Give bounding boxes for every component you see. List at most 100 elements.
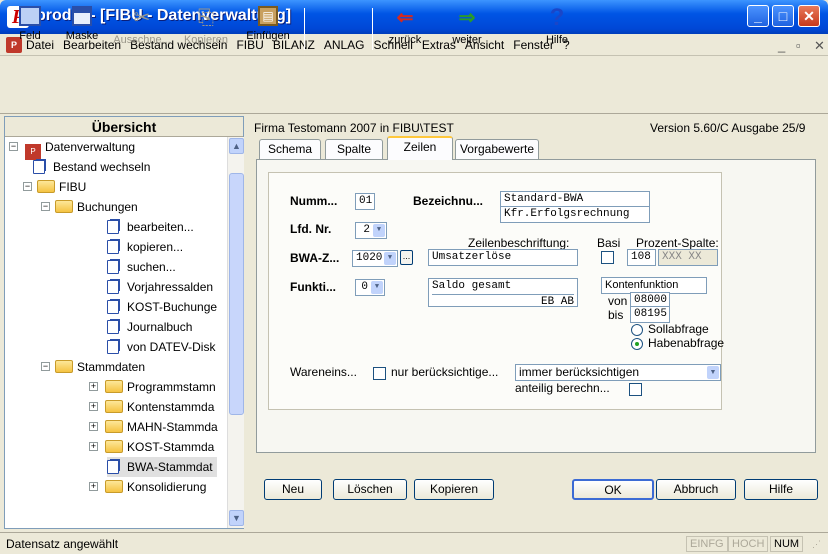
dropdown-arrow-icon[interactable]: ▼ [371, 281, 383, 294]
overview-panel: Übersicht − P Datenverwaltung Bestand wech… [4, 116, 244, 529]
tree-item-bwa-stammdaten[interactable]: BWA-Stammdat [107, 457, 217, 477]
bwa-zeile-select[interactable]: 1020 ▼ [352, 250, 398, 267]
tree-label: KOST-Stammda [127, 440, 215, 454]
maske-label: Maske [65, 30, 99, 42]
tree-item-stammdaten[interactable]: − Stammdaten [41, 357, 145, 377]
bis-field[interactable]: 08195 [630, 306, 670, 323]
funktion-value: 0 [361, 281, 368, 293]
tree-item-vorjahressalden[interactable]: Vorjahressalden [107, 277, 213, 297]
tree-item-datev[interactable]: von DATEV-Disk [107, 337, 215, 357]
menu-anlag[interactable]: ANLAG [324, 38, 365, 52]
hilfe-button[interactable]: ? Hilfe [532, 4, 582, 56]
tree-label: bearbeiten... [127, 220, 194, 234]
anteilig-checkbox[interactable] [629, 383, 642, 396]
lfd-nr-select[interactable]: 2 ▼ [355, 222, 387, 239]
prozent-spalte-field-1[interactable]: 108 [627, 249, 656, 266]
haben-radio[interactable] [631, 338, 643, 350]
tree-item-bearbeiten[interactable]: bearbeiten... [107, 217, 194, 237]
child-minimize-icon[interactable]: _ [778, 38, 785, 53]
dropdown-arrow-icon[interactable]: ▼ [373, 224, 385, 237]
collapse-icon[interactable]: − [9, 142, 18, 151]
lookup-button[interactable]: ... [400, 250, 413, 265]
tree-label: Buchungen [77, 200, 138, 214]
kopieren-button[interactable]: ⎘ Kopieren [176, 4, 236, 56]
nur-beruecksichtigen-label: nur berücksichtige... [391, 365, 499, 379]
tree-scrollbar[interactable]: ▲ ▼ [227, 137, 244, 528]
wareneinsatz-label: Wareneins... [290, 365, 357, 379]
funktion-label: Funkti... [290, 280, 336, 294]
saldo-field[interactable]: Saldo gesamt EB AB [428, 278, 578, 307]
expand-icon[interactable]: + [89, 442, 98, 451]
tree-label: KOST-Buchunge [127, 300, 218, 314]
resize-grip-icon[interactable]: ⋰ [812, 539, 821, 550]
tree-item-programmstamm[interactable]: + Programmstamn [89, 377, 216, 397]
bezeichnung-label: Bezeichnu... [413, 194, 484, 208]
maske-button[interactable]: Maske [58, 4, 106, 56]
scroll-up-icon[interactable]: ▲ [229, 138, 244, 154]
zurueck-button[interactable]: ⇐ zurück [380, 4, 430, 56]
dropdown-arrow-icon[interactable]: ▼ [384, 252, 396, 265]
maximize-button[interactable]: □ [772, 5, 794, 27]
kopieren-action-button[interactable]: Kopieren [414, 479, 494, 500]
basis-checkbox[interactable] [601, 251, 614, 264]
abbruch-button[interactable]: Abbruch [656, 479, 736, 500]
funktion-select[interactable]: 0 ▼ [355, 279, 385, 296]
minimize-button[interactable]: _ [747, 5, 769, 27]
tree-item-konsolidierung[interactable]: + Konsolidierung [89, 477, 206, 497]
tab-spalte[interactable]: Spalte [325, 139, 383, 159]
tab-zeilen[interactable]: Zeilen [387, 136, 453, 160]
zeilenbeschriftung-label: Zeilenbeschriftung: [468, 236, 570, 250]
nur-beruecksichtigen-checkbox[interactable] [373, 367, 386, 380]
ausschneiden-button[interactable]: ✂ Ausschne... [110, 4, 174, 56]
expand-icon[interactable]: + [89, 382, 98, 391]
nummer-field[interactable]: 01 [355, 193, 375, 210]
nummer-label: Numm... [290, 194, 338, 208]
zeilenbeschriftung-field[interactable]: Umsatzerlöse [428, 249, 578, 266]
ok-button[interactable]: OK [572, 479, 654, 500]
tree-item-suchen[interactable]: suchen... [107, 257, 176, 277]
collapse-icon[interactable]: − [41, 202, 50, 211]
document-icon [33, 160, 45, 174]
tab-schema[interactable]: Schema [259, 139, 321, 159]
child-restore-icon[interactable]: ▫ [796, 38, 801, 53]
folder-icon [55, 200, 73, 213]
einfuegen-button[interactable]: ▤ Einfügen [238, 4, 298, 56]
folder-icon [105, 420, 123, 433]
tree-item-kost-stammdaten[interactable]: + KOST-Stammda [89, 437, 214, 457]
weiter-button[interactable]: ⇒ weiter [442, 4, 492, 56]
prozent-spalte-field-2: XXX XX [658, 249, 718, 266]
scroll-down-icon[interactable]: ▼ [229, 510, 244, 526]
status-text: Datensatz angewählt [6, 537, 119, 551]
child-close-icon[interactable]: ✕ [814, 38, 825, 54]
collapse-icon[interactable]: − [23, 182, 32, 191]
beruecksichtigung-select[interactable]: immer berücksichtigen ▼ [515, 364, 721, 381]
folder-icon [105, 480, 123, 493]
expand-icon[interactable]: + [89, 422, 98, 431]
expand-icon[interactable]: + [89, 402, 98, 411]
tree-root[interactable]: − P Datenverwaltung [9, 137, 135, 160]
tree-item-bestand[interactable]: Bestand wechseln [33, 157, 150, 177]
tab-vorgabewerte[interactable]: Vorgabewerte [455, 139, 539, 159]
dropdown-arrow-icon[interactable]: ▼ [707, 366, 719, 379]
bezeichnung-field-2[interactable]: Kfr.Erfolgsrechnung [500, 206, 650, 223]
close-button[interactable]: ✕ [798, 5, 820, 27]
hilfe-action-button[interactable]: Hilfe [744, 479, 818, 500]
tree-item-journalbuch[interactable]: Journalbuch [107, 317, 192, 337]
soll-radio[interactable] [631, 324, 643, 336]
expand-icon[interactable]: + [89, 482, 98, 491]
beruecksichtigung-value: immer berücksichtigen [519, 365, 640, 379]
tree-item-fibu[interactable]: − FIBU [23, 177, 86, 197]
tree-item-kopieren[interactable]: kopieren... [107, 237, 183, 257]
tree-item-mahn-stammdaten[interactable]: + MAHN-Stammda [89, 417, 218, 437]
tree-label: Bestand wechseln [53, 160, 151, 174]
scroll-thumb[interactable] [229, 173, 244, 415]
tree-item-buchungen[interactable]: − Buchungen [41, 197, 138, 217]
tree-label: Programmstamn [127, 380, 216, 394]
tree-item-kost-buchungen[interactable]: KOST-Buchunge [107, 297, 217, 317]
neu-button[interactable]: Neu [264, 479, 322, 500]
collapse-icon[interactable]: − [41, 362, 50, 371]
tree-item-kontenstammdaten[interactable]: + Kontenstammda [89, 397, 214, 417]
document-icon [107, 260, 119, 274]
feld-button[interactable]: Feld [6, 4, 54, 56]
loeschen-button[interactable]: Löschen [333, 479, 407, 500]
